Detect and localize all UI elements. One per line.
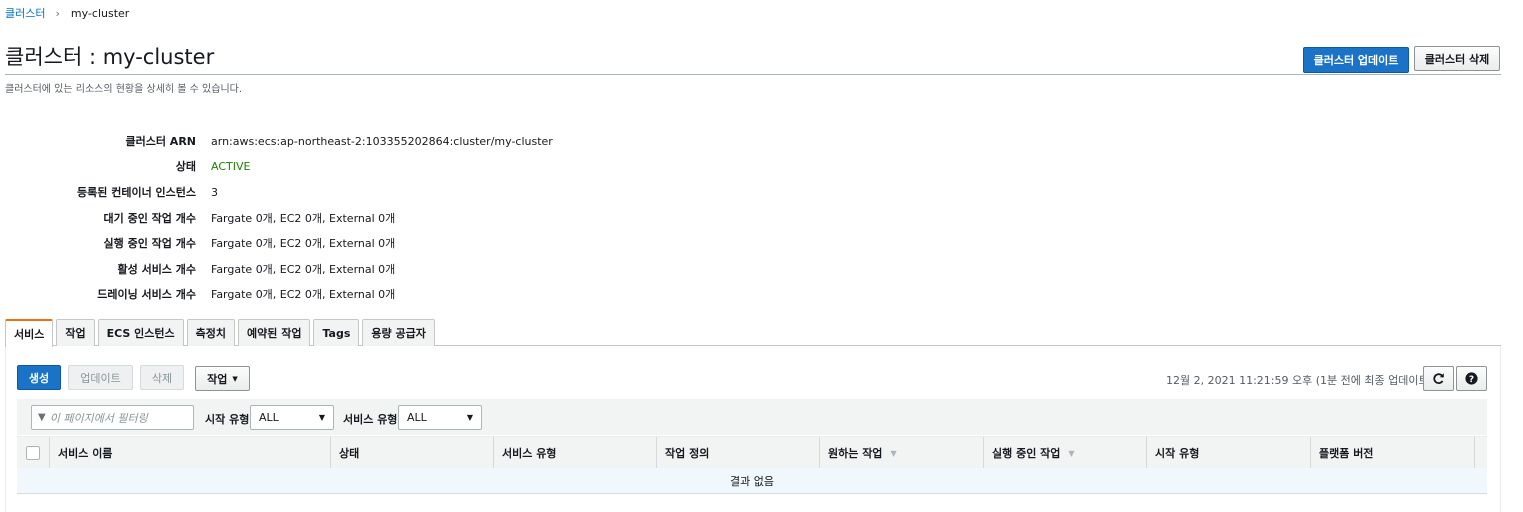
detail-row-running-tasks: 실행 중인 작업 개수 Fargate 0개, EC2 0개, External… [0, 235, 396, 251]
detail-row-registered-instances: 등록된 컨테이너 인스턴스 3 [0, 184, 218, 200]
service-type-value: ALL [407, 411, 427, 424]
select-all-cell [17, 437, 50, 469]
sort-icon: ▼ [890, 448, 897, 458]
column-platform-version[interactable]: 플랫폼 버전 [1311, 437, 1475, 469]
detail-value: Fargate 0개, EC2 0개, External 0개 [211, 263, 396, 276]
column-launch-type[interactable]: 시작 유형 [1147, 437, 1311, 469]
breadcrumb-separator-icon: › [55, 6, 60, 20]
detail-row-status: 상태 ACTIVE [0, 158, 251, 174]
title-row: 클러스터 : my-cluster [5, 44, 1501, 75]
delete-service-button[interactable]: 삭제 [140, 365, 184, 390]
launch-type-value: ALL [259, 411, 279, 424]
actions-dropdown-button[interactable]: 작업 ▼ [195, 366, 250, 391]
detail-value: Fargate 0개, EC2 0개, External 0개 [211, 212, 396, 225]
tab-ecs-instances[interactable]: ECS 인스턴스 [97, 319, 184, 346]
column-task-definition[interactable]: 작업 정의 [657, 437, 820, 469]
status-value: ACTIVE [211, 159, 251, 173]
column-label: 서비스 유형 [502, 447, 557, 460]
detail-label: 대기 중인 작업 개수 [103, 212, 196, 225]
detail-label: 등록된 컨테이너 인스턴스 [77, 186, 196, 199]
detail-label: 클러스터 ARN [125, 135, 197, 148]
detail-label: 드레이닝 서비스 개수 [97, 288, 196, 301]
refresh-icon [1433, 373, 1444, 384]
service-type-label: 서비스 유형 [343, 413, 398, 426]
sort-icon: ▼ [1068, 448, 1075, 458]
service-type-select[interactable]: ALL ▼ [398, 405, 482, 430]
launch-type-label: 시작 유형 [205, 413, 250, 426]
update-cluster-button[interactable]: 클러스터 업데이트 [1303, 47, 1409, 73]
filter-icon: ▼ [38, 412, 46, 423]
detail-value: Fargate 0개, EC2 0개, External 0개 [211, 237, 396, 250]
tab-tags[interactable]: Tags [313, 319, 360, 346]
breadcrumb-current: my-cluster [70, 6, 130, 20]
column-status[interactable]: 상태 [331, 437, 494, 469]
refresh-button[interactable] [1423, 366, 1454, 391]
tab-services[interactable]: 서비스 [5, 319, 54, 347]
filter-placeholder: 이 페이지에서 필터링 [49, 411, 148, 425]
column-desired-tasks[interactable]: 원하는 작업 ▼ [820, 437, 984, 469]
create-service-button[interactable]: 생성 [17, 365, 61, 390]
last-updated-text: 12월 2, 2021 11:21:59 오후 (1분 전에 최종 업데이트함 [1166, 374, 1439, 387]
detail-label: 실행 중인 작업 개수 [103, 237, 196, 250]
detail-value: arn:aws:ecs:ap-northeast-2:103355202864:… [211, 134, 553, 148]
tab-capacity-providers[interactable]: 용량 공급자 [362, 319, 435, 346]
tab-tasks[interactable]: 작업 [56, 319, 95, 346]
select-all-checkbox[interactable] [26, 446, 40, 460]
detail-value: 3 [211, 185, 218, 199]
breadcrumb: 클러스터 › my-cluster [5, 5, 129, 21]
detail-row-pending-tasks: 대기 중인 작업 개수 Fargate 0개, EC2 0개, External… [0, 210, 396, 226]
svg-text:?: ? [1469, 375, 1474, 385]
detail-row-draining-services: 드레이닝 서비스 개수 Fargate 0개, EC2 0개, External… [0, 286, 395, 302]
column-running-tasks[interactable]: 실행 중인 작업 ▼ [984, 437, 1147, 469]
column-service-name[interactable]: 서비스 이름 [50, 437, 331, 469]
detail-value: Fargate 0개, EC2 0개, External 0개 [211, 288, 396, 301]
column-label: 서비스 이름 [58, 447, 113, 460]
caret-down-icon: ▼ [466, 413, 473, 422]
help-icon: ? [1465, 372, 1478, 385]
help-button[interactable]: ? [1456, 366, 1487, 391]
column-label: 플랫폼 버전 [1319, 447, 1374, 460]
column-label: 시작 유형 [1155, 447, 1200, 460]
column-label: 작업 정의 [665, 447, 710, 460]
column-label: 원하는 작업 [828, 447, 883, 460]
breadcrumb-link-clusters[interactable]: 클러스터 [5, 5, 45, 21]
column-label: 상태 [339, 447, 360, 460]
detail-row-arn: 클러스터 ARN arn:aws:ecs:ap-northeast-2:1033… [0, 133, 553, 149]
detail-row-active-services: 활성 서비스 개수 Fargate 0개, EC2 0개, External 0… [0, 261, 396, 277]
caret-down-icon: ▼ [318, 413, 325, 422]
delete-cluster-button[interactable]: 클러스터 삭제 [1414, 46, 1500, 71]
column-label: 실행 중인 작업 [992, 447, 1061, 460]
column-service-type[interactable]: 서비스 유형 [494, 437, 657, 469]
filter-input[interactable]: ▼ 이 페이지에서 필터링 [31, 405, 194, 430]
tab-bar: 서비스 작업 ECS 인스턴스 측정치 예약된 작업 Tags 용량 공급자 [5, 319, 438, 347]
launch-type-select[interactable]: ALL ▼ [250, 405, 334, 430]
update-service-button[interactable]: 업데이트 [68, 365, 133, 390]
detail-label: 상태 [175, 160, 196, 173]
actions-dropdown-label: 작업 [207, 372, 228, 386]
page-title: 클러스터 : my-cluster [5, 45, 215, 69]
detail-label: 활성 서비스 개수 [117, 263, 197, 276]
tab-scheduled-tasks[interactable]: 예약된 작업 [238, 319, 311, 346]
services-table-header: 서비스 이름 상태 서비스 유형 작업 정의 원하는 작업 ▼ 실행 중인 작업… [17, 436, 1487, 469]
page-subtitle: 클러스터에 있는 리소스의 현황을 상세히 볼 수 있습니다. [5, 84, 243, 95]
table-empty-row: 결과 없음 [17, 468, 1487, 494]
caret-down-icon: ▼ [232, 374, 238, 383]
tab-metrics[interactable]: 측정치 [186, 319, 236, 346]
